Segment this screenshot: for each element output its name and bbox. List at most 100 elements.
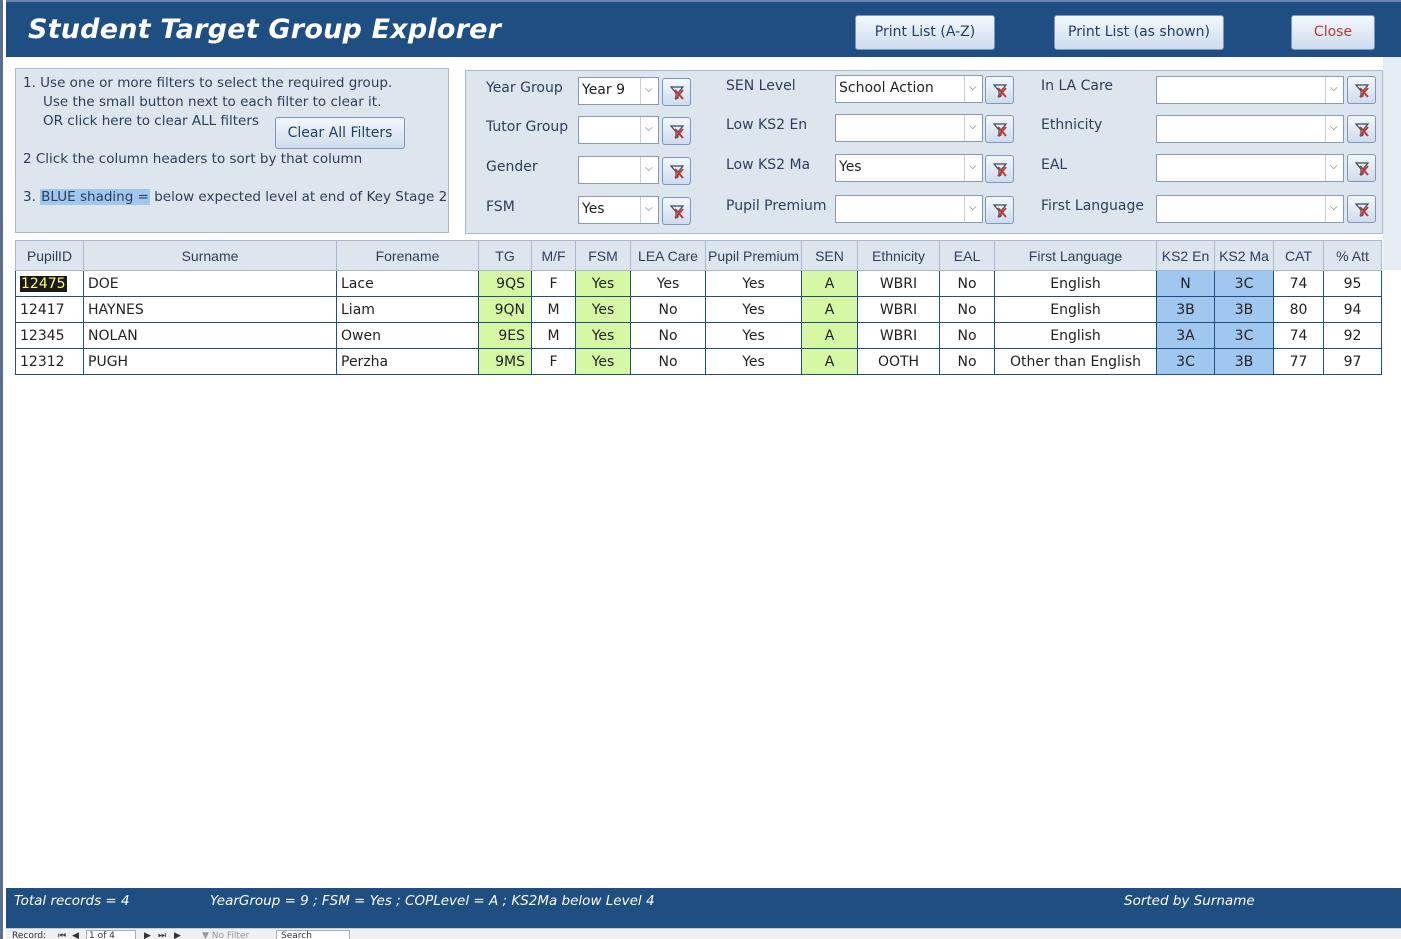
cell-pupilid[interactable]: 12345	[15, 322, 84, 349]
col-header-pupilid[interactable]: PupilID	[15, 240, 84, 271]
cell-forename[interactable]: Lace	[336, 270, 479, 297]
clear-eal-button[interactable]	[1347, 154, 1376, 182]
cell-sen[interactable]: A	[801, 270, 858, 297]
col-header-surname[interactable]: Surname	[83, 240, 337, 271]
cell-fsm[interactable]: Yes	[575, 270, 631, 297]
col-header-forename[interactable]: Forename	[336, 240, 479, 271]
clear-first-language-button[interactable]	[1347, 195, 1376, 223]
cell-fsm[interactable]: Yes	[575, 322, 631, 349]
col-header-mf[interactable]: M/F	[531, 240, 576, 271]
first-language-dropdown[interactable]: ⌵	[1325, 196, 1343, 222]
year-group-combo[interactable]: Year 9 ⌵	[578, 77, 659, 105]
in-la-care-dropdown[interactable]: ⌵	[1325, 77, 1343, 103]
cell-fsm[interactable]: Yes	[575, 296, 631, 323]
cell-pupil-premium[interactable]: Yes	[705, 296, 802, 323]
clear-pupil-premium-button[interactable]	[985, 196, 1014, 224]
in-la-care-combo[interactable]: ⌵	[1156, 76, 1344, 104]
first-record-icon[interactable]: ⏮	[58, 931, 66, 939]
first-language-combo[interactable]: ⌵	[1156, 195, 1344, 223]
clear-in-la-care-button[interactable]	[1347, 76, 1376, 104]
cell-mf[interactable]: F	[531, 270, 576, 297]
cell-lea-care[interactable]: No	[630, 348, 706, 375]
clear-year-group-button[interactable]	[662, 78, 691, 106]
clear-low-ks2-en-button[interactable]	[985, 115, 1014, 143]
table-row[interactable]: 12312 PUGH Perzha 9MS F Yes No Yes A OOT…	[15, 348, 1382, 375]
col-header-lea-care[interactable]: LEA Care	[630, 240, 706, 271]
pupil-premium-combo[interactable]: ⌵	[835, 195, 983, 223]
record-position-box[interactable]: 1 of 4	[86, 930, 136, 939]
col-header-cat[interactable]: CAT	[1273, 240, 1324, 271]
cell-pupilid[interactable]: 12475	[15, 270, 84, 297]
col-header-fsm[interactable]: FSM	[575, 240, 631, 271]
cell-pupil-premium[interactable]: Yes	[705, 348, 802, 375]
cell-ks2-en[interactable]: 3B	[1156, 296, 1215, 323]
cell-forename[interactable]: Owen	[336, 322, 479, 349]
clear-low-ks2-ma-button[interactable]	[985, 155, 1014, 183]
gender-combo[interactable]: ⌵	[578, 156, 659, 184]
cell-sen[interactable]: A	[801, 348, 858, 375]
cell-ks2-ma[interactable]: 3B	[1214, 296, 1274, 323]
cell-pupilid[interactable]: 12417	[15, 296, 84, 323]
fsm-combo[interactable]: Yes ⌵	[578, 196, 659, 224]
low-ks2-en-dropdown[interactable]: ⌵	[964, 115, 982, 141]
search-box[interactable]: Search	[276, 930, 350, 939]
cell-first-language[interactable]: English	[994, 296, 1157, 323]
cell-ks2-ma[interactable]: 3B	[1214, 348, 1274, 375]
cell-surname[interactable]: HAYNES	[83, 296, 337, 323]
eal-dropdown[interactable]: ⌵	[1325, 155, 1343, 181]
cell-pupilid[interactable]: 12312	[15, 348, 84, 375]
cell-first-language[interactable]: English	[994, 322, 1157, 349]
table-row[interactable]: 12345 NOLAN Owen 9ES M Yes No Yes A WBRI…	[15, 322, 1382, 349]
low-ks2-en-combo[interactable]: ⌵	[835, 114, 983, 142]
cell-sen[interactable]: A	[801, 322, 858, 349]
ethnicity-dropdown[interactable]: ⌵	[1325, 116, 1343, 142]
cell-att[interactable]: 97	[1323, 348, 1382, 375]
tutor-group-combo[interactable]: ⌵	[578, 116, 659, 144]
cell-ks2-en[interactable]: N	[1156, 270, 1215, 297]
tutor-group-dropdown[interactable]: ⌵	[640, 117, 658, 143]
cell-lea-care[interactable]: No	[630, 322, 706, 349]
cell-att[interactable]: 92	[1323, 322, 1382, 349]
col-header-att[interactable]: % Att	[1323, 240, 1382, 271]
cell-att[interactable]: 95	[1323, 270, 1382, 297]
cell-lea-care[interactable]: No	[630, 296, 706, 323]
sen-level-combo[interactable]: School Action ⌵	[835, 75, 983, 103]
pupil-premium-dropdown[interactable]: ⌵	[964, 196, 982, 222]
ethnicity-combo[interactable]: ⌵	[1156, 115, 1344, 143]
cell-eal[interactable]: No	[939, 322, 995, 349]
cell-ks2-en[interactable]: 3A	[1156, 322, 1215, 349]
cell-tg[interactable]: 9QN	[478, 296, 532, 323]
cell-tg[interactable]: 9MS	[478, 348, 532, 375]
no-filter-button[interactable]: ▼ No Filter	[202, 931, 249, 939]
clear-sen-level-button[interactable]	[985, 76, 1014, 104]
clear-tutor-group-button[interactable]	[662, 117, 691, 145]
cell-att[interactable]: 94	[1323, 296, 1382, 323]
col-header-sen[interactable]: SEN	[801, 240, 858, 271]
cell-ethnicity[interactable]: WBRI	[857, 296, 940, 323]
col-header-tg[interactable]: TG	[478, 240, 532, 271]
cell-ks2-ma[interactable]: 3C	[1214, 322, 1274, 349]
cell-cat[interactable]: 74	[1273, 322, 1324, 349]
fsm-dropdown[interactable]: ⌵	[640, 197, 658, 223]
cell-surname[interactable]: NOLAN	[83, 322, 337, 349]
clear-all-filters-button[interactable]: Clear All Filters	[275, 117, 405, 149]
cell-surname[interactable]: DOE	[83, 270, 337, 297]
clear-gender-button[interactable]	[662, 157, 691, 185]
col-header-eal[interactable]: EAL	[939, 240, 995, 271]
cell-fsm[interactable]: Yes	[575, 348, 631, 375]
cell-cat[interactable]: 77	[1273, 348, 1324, 375]
table-row[interactable]: 12475 DOE Lace 9QS F Yes Yes Yes A WBRI …	[15, 270, 1382, 297]
cell-ks2-ma[interactable]: 3C	[1214, 270, 1274, 297]
cell-pupil-premium[interactable]: Yes	[705, 270, 802, 297]
cell-eal[interactable]: No	[939, 296, 995, 323]
print-list-shown-button[interactable]: Print List (as shown)	[1054, 15, 1224, 50]
close-button[interactable]: Close	[1291, 15, 1375, 50]
cell-tg[interactable]: 9QS	[478, 270, 532, 297]
cell-ethnicity[interactable]: OOTH	[857, 348, 940, 375]
cell-first-language[interactable]: English	[994, 270, 1157, 297]
prev-record-icon[interactable]: ◀	[72, 931, 79, 939]
cell-eal[interactable]: No	[939, 348, 995, 375]
clear-ethnicity-button[interactable]	[1347, 115, 1376, 143]
clear-fsm-button[interactable]	[662, 197, 691, 225]
col-header-ethnicity[interactable]: Ethnicity	[857, 240, 940, 271]
